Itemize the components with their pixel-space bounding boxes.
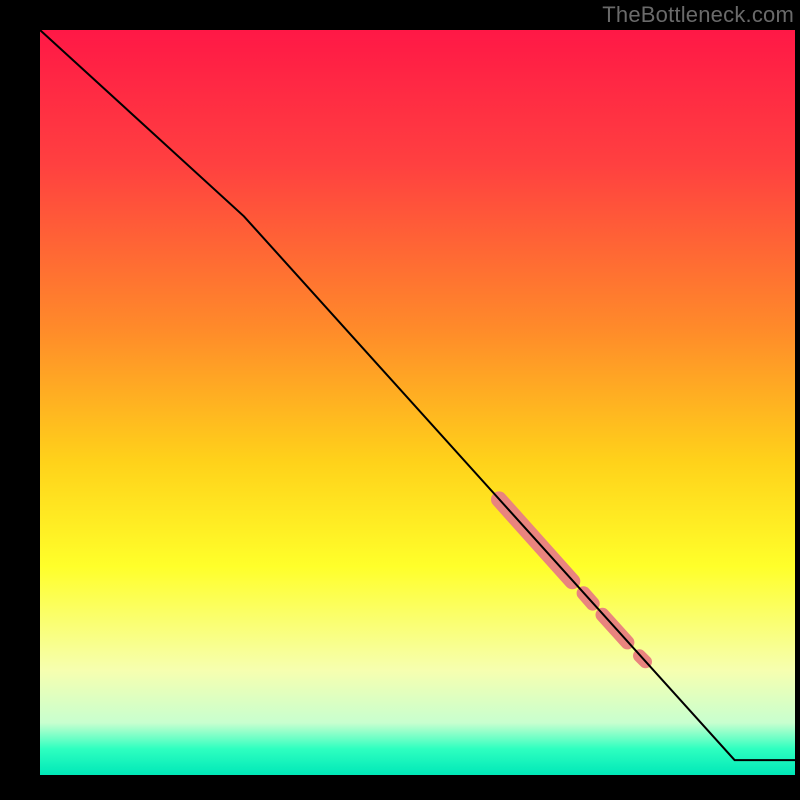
chart-frame: TheBottleneck.com — [0, 0, 800, 800]
chart-canvas — [0, 0, 800, 800]
watermark-text: TheBottleneck.com — [602, 2, 794, 28]
gradient-background — [40, 30, 795, 775]
